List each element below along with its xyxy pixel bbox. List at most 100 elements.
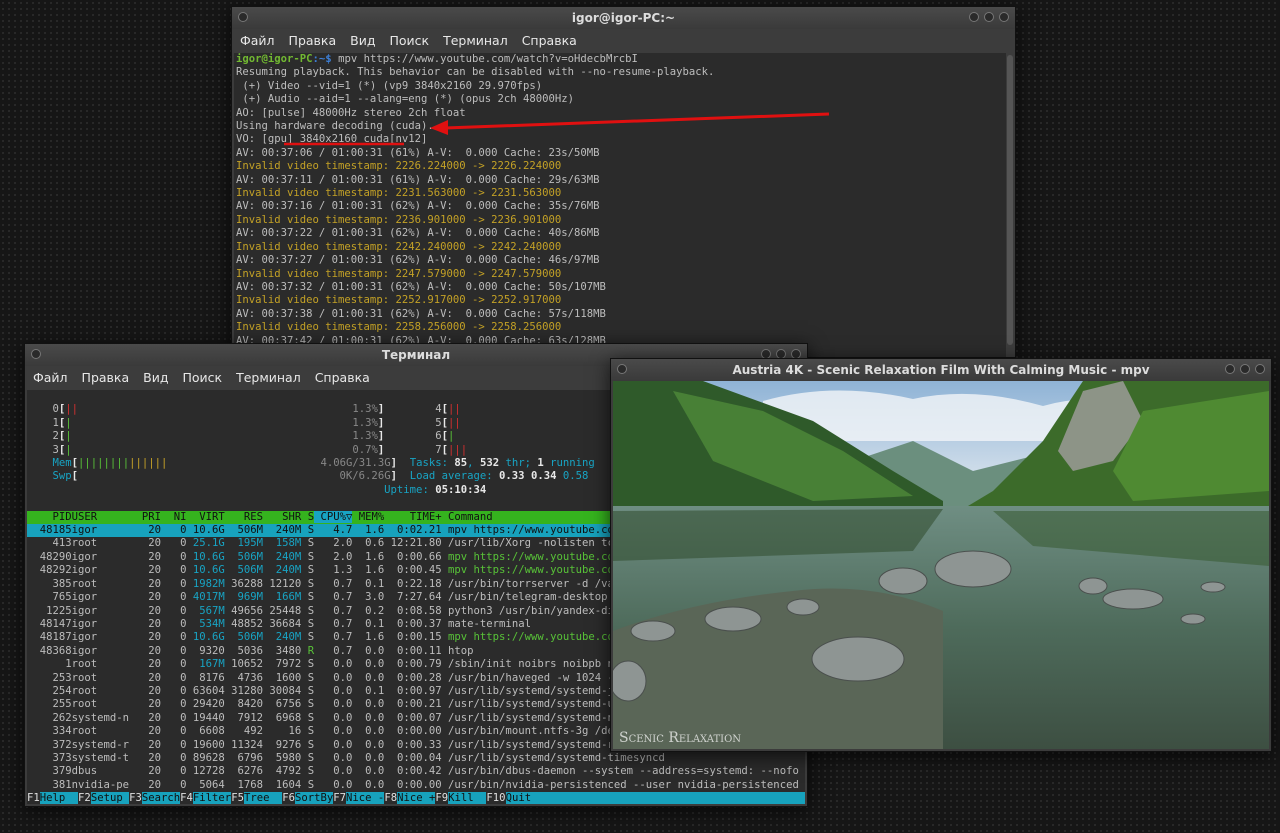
cell: 25448	[263, 604, 302, 617]
video-frame[interactable]: Scenic Relaxation	[613, 381, 1269, 749]
window-controls-right	[1225, 364, 1265, 374]
menu-item-5[interactable]: Справка	[522, 33, 577, 48]
fkey-f9[interactable]: F9	[435, 792, 449, 804]
table-row[interactable]: 373systemd-t 20 0 89628 6796 5980 S 0.0 …	[27, 752, 805, 765]
menu-item-5[interactable]: Справка	[315, 370, 370, 385]
window-menu-button[interactable]	[238, 12, 248, 22]
menu-item-3[interactable]: Поиск	[389, 33, 429, 48]
cell: 0.7	[314, 617, 353, 630]
rock	[878, 567, 928, 595]
mpv-terminal-titlebar[interactable]: igor@igor-PC:~	[232, 7, 1015, 29]
cell: 4792	[263, 765, 302, 778]
fkey-f4[interactable]: F4	[180, 792, 193, 804]
output-line: Invalid video timestamp: 2258.256000 -> …	[236, 321, 562, 334]
cell: mpv https://www.youtube.co	[441, 564, 614, 577]
cpu-bar: ||	[448, 403, 461, 416]
video-watermark: Scenic Relaxation	[619, 730, 741, 746]
cell: 20	[135, 550, 161, 563]
menu-item-0[interactable]: Файл	[33, 370, 68, 385]
cell: S	[301, 604, 315, 617]
window-menu-button[interactable]	[617, 364, 627, 374]
menu-item-3[interactable]: Поиск	[182, 370, 222, 385]
terminal-output[interactable]: igor@igor-PC:~$ mpv https://www.youtube.…	[234, 53, 1006, 357]
column-header-time[interactable]: TIME+	[384, 511, 442, 523]
fkey-label[interactable]: Quit	[505, 792, 532, 804]
menu-item-4[interactable]: Терминал	[236, 370, 301, 385]
pad	[72, 444, 353, 456]
minimize-button[interactable]	[1225, 364, 1235, 374]
cell: 0:00.04	[384, 751, 442, 764]
cell: 1604	[263, 778, 302, 791]
swp-label: Swp	[27, 470, 72, 483]
maximize-button[interactable]	[984, 12, 994, 22]
cell: 4736	[224, 671, 264, 684]
column-header-command[interactable]: Command	[442, 511, 493, 523]
cell: 506M	[224, 564, 264, 577]
column-header-ni[interactable]: NI	[161, 511, 187, 523]
column-header-res[interactable]: RES	[225, 511, 263, 523]
mpv-terminal-window: igor@igor-PC:~ Файл Правка Вид Поиск Термина…	[231, 6, 1016, 358]
cell: 334	[27, 725, 72, 738]
cell: 25.1G	[186, 537, 225, 550]
cell: 969M	[224, 591, 264, 604]
fkey-f8[interactable]: F8	[384, 792, 398, 804]
menu-item-2[interactable]: Вид	[350, 33, 375, 48]
fkey-label[interactable]: Nice -	[346, 792, 385, 804]
fkey-f6[interactable]: F6	[282, 792, 295, 804]
command-text: mpv https://www.youtube.com/watch?v=oHde…	[331, 53, 638, 65]
fkey-label[interactable]: SortBy	[295, 792, 334, 804]
column-header-pri[interactable]: PRI	[135, 511, 161, 523]
fkey-f1[interactable]: F1	[27, 792, 40, 804]
cell: 0:00.00	[384, 725, 442, 738]
cell: 20	[135, 711, 161, 724]
close-button[interactable]	[1255, 364, 1265, 374]
fkey-label[interactable]: Search	[141, 792, 181, 804]
column-header-user[interactable]: USER	[72, 511, 136, 523]
fkey-label[interactable]: Tree	[243, 792, 283, 804]
cell: 0.7	[314, 631, 353, 644]
cell: 20	[135, 778, 161, 791]
menu-item-1[interactable]: Правка	[82, 370, 130, 385]
fkey-f7[interactable]: F7	[333, 792, 347, 804]
rock	[1078, 577, 1108, 595]
fkey-label[interactable]: Setup	[90, 792, 130, 804]
table-row[interactable]: 381nvidia-pe 20 0 5064 1768 1604 S 0.0 0…	[27, 779, 805, 792]
menu-item-2[interactable]: Вид	[143, 370, 168, 385]
cell: 0.7	[314, 604, 353, 617]
cell: 0:00.21	[384, 698, 442, 711]
column-header-cpu[interactable]: CPU%▽	[314, 510, 353, 523]
fkey-f5[interactable]: F5	[231, 792, 244, 804]
fkey-label[interactable]: Help	[39, 792, 79, 804]
cell: 0:00.45	[384, 564, 442, 577]
maximize-button[interactable]	[1240, 364, 1250, 374]
cell: 0.0	[314, 684, 353, 697]
column-header-pid[interactable]: PID	[27, 511, 72, 523]
minimize-button[interactable]	[969, 12, 979, 22]
mpv-video-titlebar[interactable]: Austria 4K - Scenic Relaxation Film With…	[611, 359, 1271, 381]
cell: 413	[27, 537, 72, 550]
fkey-label[interactable]: Filter	[192, 792, 232, 804]
column-header-virt[interactable]: VIRT	[186, 511, 225, 523]
cell: /usr/bin/telegram-desktop	[441, 591, 608, 604]
fkey-f10[interactable]: F10	[486, 792, 506, 804]
fkey-f3[interactable]: F3	[129, 792, 142, 804]
output-line: AV: 00:37:27 / 01:00:31 (62%) A-V: 0.000…	[236, 254, 600, 267]
output-line: AV: 00:37:32 / 01:00:31 (62%) A-V: 0.000…	[236, 280, 606, 293]
table-row[interactable]: 379dbus 20 0 12728 6276 4792 S 0.0 0.0 0…	[27, 765, 805, 778]
fkey-label[interactable]: Kill	[448, 792, 487, 804]
fkey-f2[interactable]: F2	[78, 792, 91, 804]
column-header-s[interactable]: S	[301, 511, 314, 523]
menu-item-1[interactable]: Правка	[289, 33, 337, 48]
column-header-shr[interactable]: SHR	[263, 511, 301, 523]
menu-item-4[interactable]: Терминал	[443, 33, 508, 48]
fkey-label[interactable]: Nice +	[397, 792, 436, 804]
close-button[interactable]	[999, 12, 1009, 22]
cell: 48852	[224, 617, 264, 630]
column-header-mem[interactable]: MEM%	[352, 511, 385, 523]
scrollbar[interactable]	[1007, 55, 1013, 345]
cell: 12728	[186, 765, 225, 778]
cell: /usr/bin/mount.ntfs-3g /de	[441, 725, 614, 738]
window-menu-button[interactable]	[31, 349, 41, 359]
cell: 20	[135, 684, 161, 697]
menu-item-0[interactable]: Файл	[240, 33, 275, 48]
